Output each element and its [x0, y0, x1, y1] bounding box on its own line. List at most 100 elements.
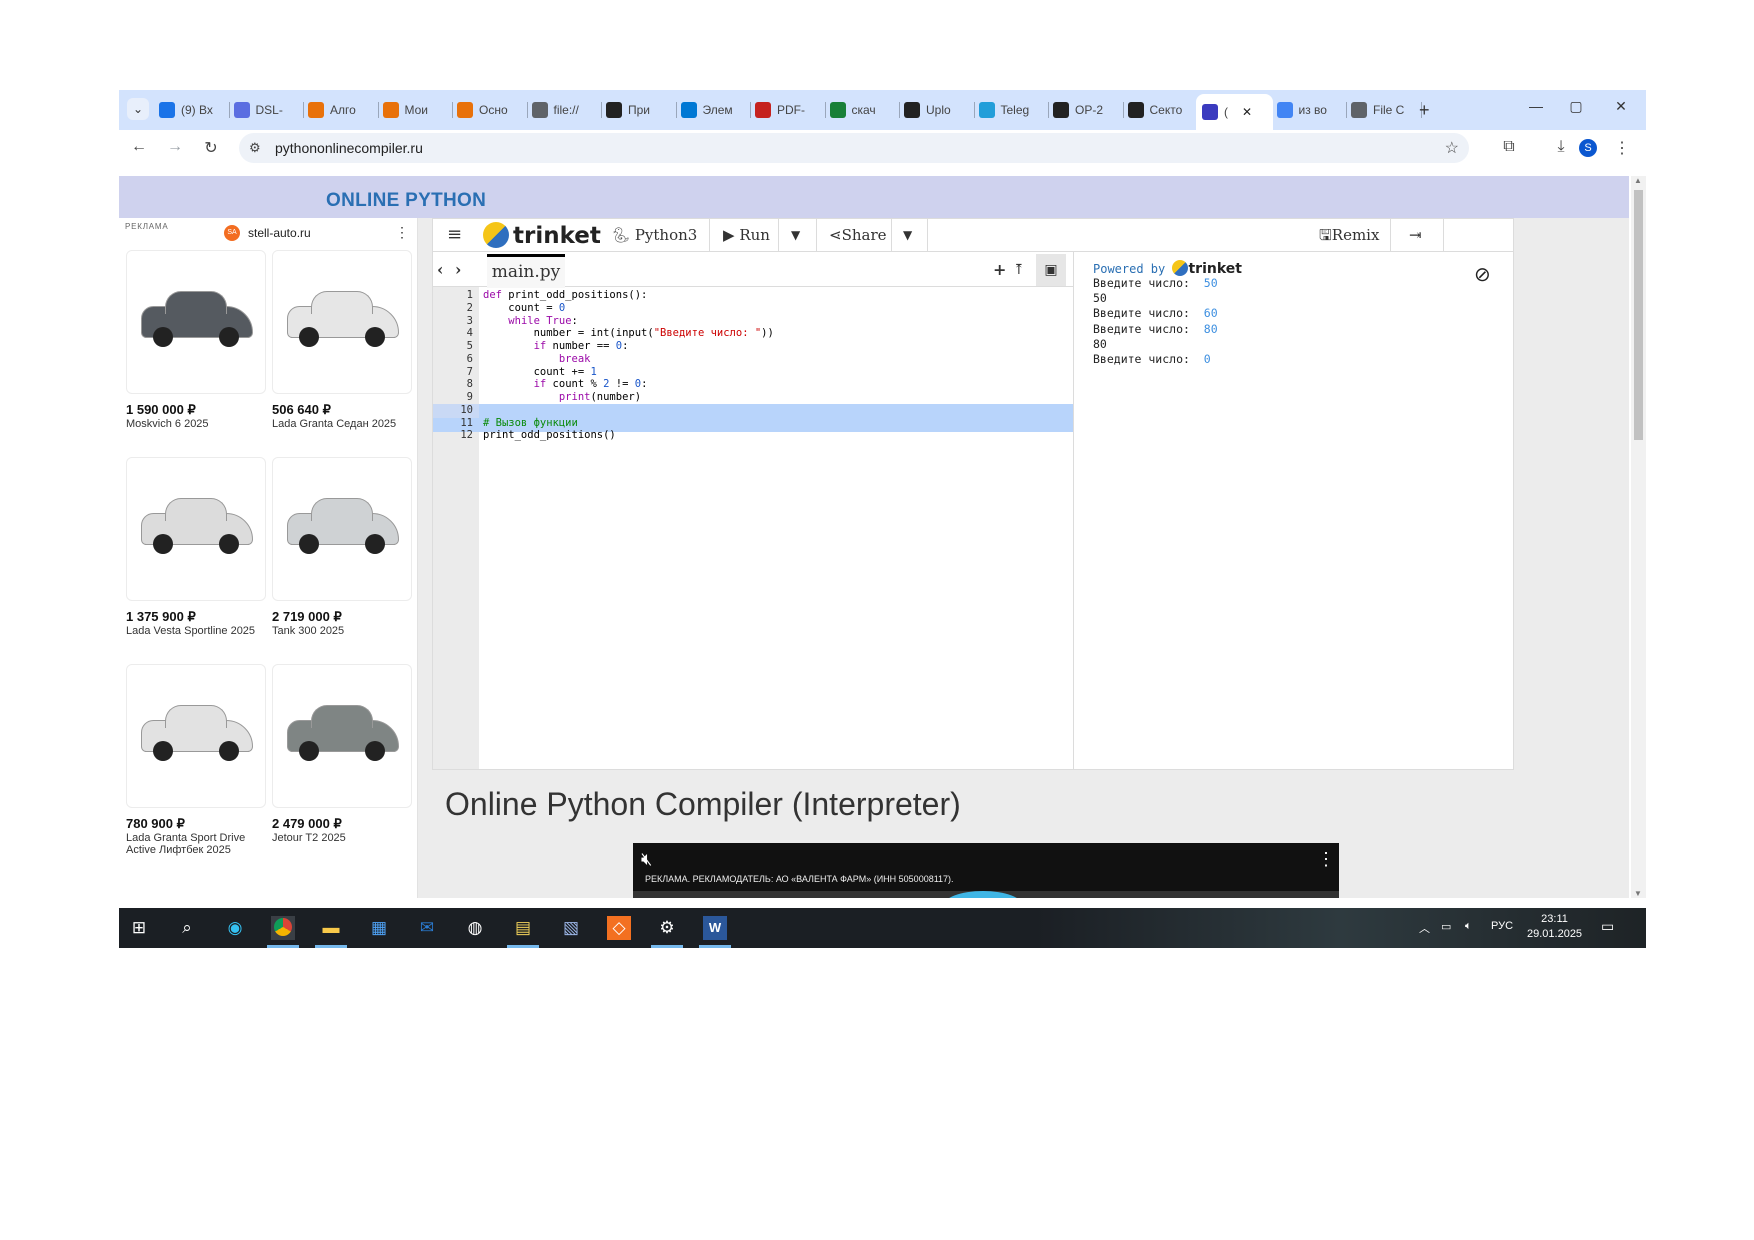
code-line[interactable]: number = int(input("Введите число: "))	[483, 327, 774, 339]
collapse-arrow-icon[interactable]: ‹	[437, 254, 443, 286]
video-menu-icon[interactable]: ⋮	[1317, 849, 1335, 870]
new-tab-button[interactable]: +	[1419, 96, 1443, 124]
browser-tab[interactable]: Элем	[675, 96, 751, 124]
code-line[interactable]: if number == 0:	[483, 340, 629, 352]
search-icon[interactable]: ⌕	[175, 916, 199, 940]
close-tab-icon[interactable]: ✕	[1242, 105, 1252, 119]
run-options-chevron-icon[interactable]: ▼	[791, 219, 800, 251]
ad-car-card[interactable]: 2 719 000 ₽ Tank 300 2025	[272, 457, 412, 637]
browser-tab[interactable]: При	[600, 96, 677, 124]
code-line[interactable]: count += 1	[483, 366, 597, 378]
ad-car-card[interactable]: 1 590 000 ₽ Moskvich 6 2025	[126, 250, 266, 430]
close-window-icon[interactable]: ✕	[1609, 98, 1633, 115]
python-idle-icon[interactable]: ▤	[511, 916, 535, 940]
car-image[interactable]	[272, 457, 412, 601]
remix-button[interactable]: 🖫︎Remix	[1319, 219, 1379, 251]
share-options-chevron-icon[interactable]: ▼	[903, 219, 912, 251]
draw-app-icon[interactable]: ◇	[607, 916, 631, 940]
network-icon[interactable]: ▭	[1441, 920, 1451, 933]
browser-tab[interactable]: скач	[824, 96, 900, 124]
forward-icon[interactable]: →	[165, 138, 185, 156]
scrollbar-thumb[interactable]	[1634, 190, 1643, 440]
browser-tab[interactable]: Секто	[1122, 96, 1198, 124]
car-image[interactable]	[272, 664, 412, 808]
car-image[interactable]	[126, 457, 266, 601]
expand-arrow-icon[interactable]: ›	[455, 254, 461, 286]
extensions-icon[interactable]: ⧉	[1498, 138, 1520, 156]
network-tool-icon[interactable]: ▧	[559, 916, 583, 940]
browser-tab[interactable]: Осно	[451, 96, 528, 124]
trinket-logo[interactable]: trinket	[483, 222, 601, 249]
code-line[interactable]: print_odd_positions()	[483, 429, 616, 441]
chrome-icon[interactable]	[271, 916, 295, 940]
store-icon[interactable]: ▦	[367, 916, 391, 940]
browser-tab[interactable]: Алго	[302, 96, 379, 124]
address-bar[interactable]: ⚙ pythononlinecompiler.ru ☆	[239, 133, 1469, 163]
code-line[interactable]: count = 0	[483, 302, 565, 314]
outlook-icon[interactable]: ✉	[415, 916, 439, 940]
code-line[interactable]: def print_odd_positions():	[483, 289, 647, 301]
file-tab-main[interactable]: main.py	[487, 254, 565, 288]
browser-tab[interactable]: из во	[1271, 96, 1347, 124]
powered-by[interactable]: Powered by trinket	[1093, 260, 1242, 277]
ad-menu-icon[interactable]: ⋮	[395, 224, 409, 241]
clear-output-icon[interactable]: ⊘	[1474, 262, 1491, 287]
bookmark-star-icon[interactable]: ☆	[1445, 138, 1459, 158]
volume-icon[interactable]: 🔈︎	[1465, 920, 1472, 933]
ad-car-card[interactable]: 506 640 ₽ Lada Granta Седан 2025	[272, 250, 412, 430]
code-line[interactable]: while True:	[483, 315, 578, 327]
scroll-up-icon[interactable]: ▲	[1634, 176, 1642, 185]
browser-tab[interactable]: PDF-	[749, 96, 826, 124]
site-title[interactable]: ONLINE PYTHON	[326, 190, 486, 212]
car-image[interactable]	[126, 664, 266, 808]
code-line[interactable]: print(number)	[483, 391, 641, 403]
ad-car-card[interactable]: 1 375 900 ₽ Lada Vesta Sportline 2025	[126, 457, 266, 637]
browser-menu-icon[interactable]: ⋮	[1611, 138, 1633, 158]
browser-tab[interactable]: Teleg	[973, 96, 1049, 124]
browser-tab[interactable]: (9) Вх	[153, 96, 230, 124]
reload-icon[interactable]: ↻	[201, 138, 221, 158]
browser-tab[interactable]: file://	[526, 96, 602, 124]
downloads-icon[interactable]: ⤓	[1550, 138, 1572, 156]
code-line[interactable]: break	[483, 353, 591, 365]
file-explorer-icon[interactable]: ▬	[319, 916, 343, 940]
minimize-icon[interactable]: —	[1524, 98, 1548, 114]
input-language[interactable]: РУС	[1491, 920, 1513, 932]
image-file-icon[interactable]: ▣	[1036, 254, 1066, 286]
car-image[interactable]	[272, 250, 412, 394]
browser-tab[interactable]: OP-2	[1047, 96, 1124, 124]
browser-tab[interactable]: File C	[1345, 96, 1422, 124]
system-clock[interactable]: 23:11 29.01.2025	[1527, 912, 1582, 942]
site-info-icon[interactable]: ⚙	[249, 140, 261, 156]
scroll-down-icon[interactable]: ▼	[1634, 889, 1642, 898]
upload-icon[interactable]: ⤒	[1013, 254, 1025, 286]
car-image[interactable]	[126, 250, 266, 394]
tab-search-button[interactable]: ⌄	[127, 98, 149, 120]
login-icon[interactable]: ⇥	[1409, 219, 1422, 251]
browser-tab[interactable]: (✕	[1196, 94, 1273, 130]
maximize-icon[interactable]: ▢	[1564, 98, 1588, 115]
ad-car-card[interactable]: 2 479 000 ₽ Jetour T2 2025	[272, 664, 412, 844]
video-ad[interactable]: 🔇︎ ⋮ РЕКЛАМА. РЕКЛАМОДАТЕЛЬ: АО «ВАЛЕНТА…	[633, 843, 1339, 898]
windows-start-icon[interactable]: ⊞	[127, 916, 151, 940]
notifications-icon[interactable]: ▭	[1601, 918, 1614, 935]
browser-tab[interactable]: Мои	[377, 96, 453, 124]
run-button[interactable]: ▶ Run	[723, 219, 770, 251]
browser-tab[interactable]: Uplo	[898, 96, 975, 124]
back-icon[interactable]: ←	[129, 138, 149, 156]
ad-domain[interactable]: SA stell-auto.ru	[224, 225, 311, 241]
share-button[interactable]: ⋖Share	[829, 219, 887, 251]
code-line[interactable]: if count % 2 != 0:	[483, 378, 648, 390]
browser-tab[interactable]: DSL-	[228, 96, 304, 124]
ad-car-card[interactable]: 780 900 ₽ Lada Granta Sport Drive Active …	[126, 664, 266, 856]
hamburger-menu-icon[interactable]: ≡	[447, 219, 462, 251]
code-line[interactable]: # Вызов функции	[483, 417, 578, 429]
edge-icon[interactable]: ◉	[223, 916, 247, 940]
settings-gear-icon[interactable]: ⚙	[655, 916, 679, 940]
page-scrollbar[interactable]: ▲ ▼	[1631, 176, 1646, 898]
word-icon[interactable]: W	[703, 916, 727, 940]
github-desktop-icon[interactable]: ◍	[463, 916, 487, 940]
mute-icon[interactable]: 🔇︎	[641, 849, 652, 870]
add-file-icon[interactable]: +	[993, 254, 1006, 286]
language-label[interactable]: 🐍︎ Python3	[611, 219, 697, 251]
